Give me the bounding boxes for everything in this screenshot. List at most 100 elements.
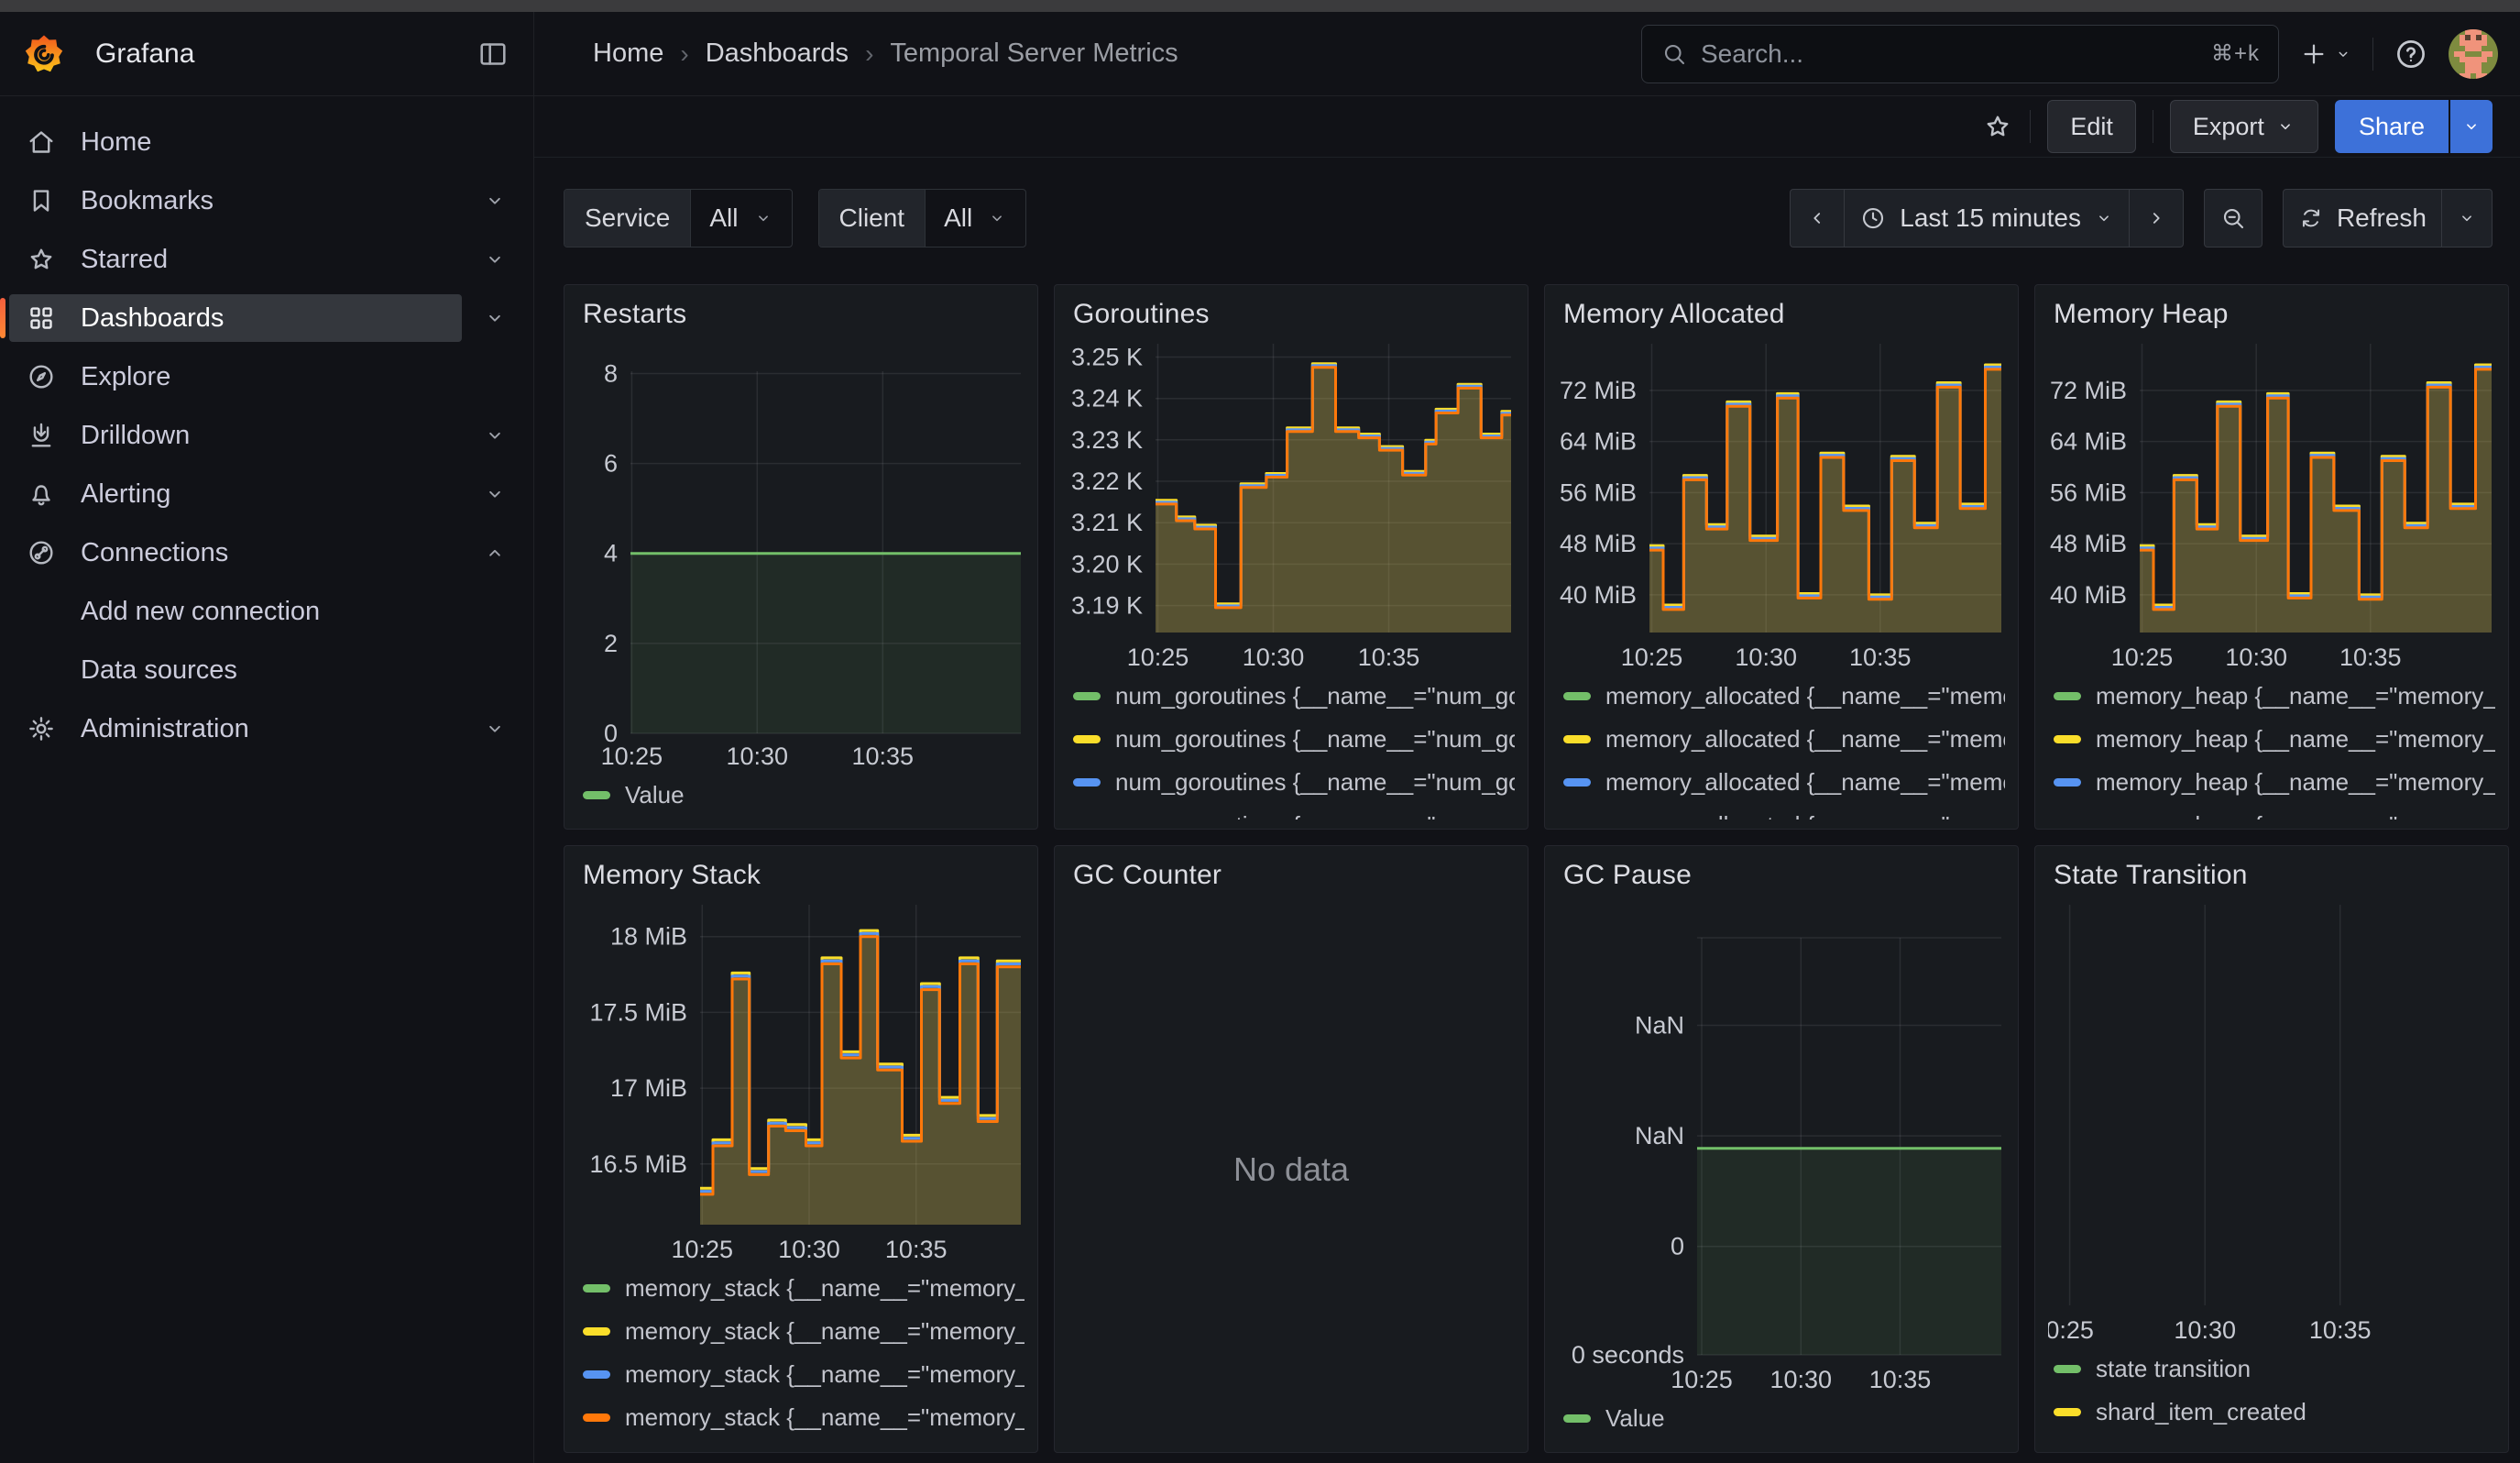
plus-icon [2299,39,2328,69]
header-divider [2372,38,2373,71]
legend-label[interactable]: Value [1605,1404,1665,1433]
help-button[interactable] [2394,37,2428,72]
chevron-down-icon [483,482,507,506]
export-button-label: Export [2193,113,2264,141]
legend-label[interactable]: shard_item_created [2096,1398,2306,1426]
time-forward-button[interactable] [2130,189,2184,248]
sidebar-item-dashboards[interactable]: Dashboards [9,294,462,342]
share-options-button[interactable] [2450,100,2493,153]
star-icon [26,244,57,275]
breadcrumb-item[interactable]: Dashboards [706,38,849,69]
svg-text:10:30: 10:30 [1770,1366,1833,1393]
sidebar-item-add-new-connection[interactable]: Add new connection [9,588,528,635]
legend-label[interactable]: num_goroutines {__name__="num_go [1115,682,1515,710]
legend-label[interactable]: memory_stack {__name__="memory_s [625,1274,1024,1303]
legend-label[interactable]: memory_stack {__name__="memory_s [625,1317,1024,1346]
sidebar-item-label: Connections [81,538,228,568]
sidebar-item-connections[interactable]: Connections [9,529,462,577]
legend: memory_stack {__name__="memory_s memory_s… [577,1267,1024,1443]
legend-label[interactable]: memory_heap {__name__="memory_h [2096,682,2495,710]
add-button[interactable] [2299,39,2352,69]
legend-item: memory_heap {__name__="memory_h [2054,804,2495,820]
browser-chrome-strip [0,0,2520,12]
sidebar-item-drilldown[interactable]: Drilldown [9,412,462,459]
panel-title[interactable]: Restarts [577,294,1024,335]
panel-title[interactable]: Goroutines [1068,294,1515,335]
legend-label[interactable]: memory_allocated {__name__="memo [1605,682,2005,710]
panel-memory-heap: Memory Heap72 MiB64 MiB56 MiB48 MiB40 Mi… [2034,284,2509,830]
legend-label[interactable]: memory_heap {__name__="memory_h [2096,768,2495,797]
sidebar-expand-starred[interactable] [462,236,528,283]
svg-text:17 MiB: 17 MiB [610,1074,687,1102]
filter-value-dropdown[interactable]: All [690,190,791,247]
svg-text:10:30: 10:30 [778,1236,840,1263]
chevron-left-icon [1805,206,1829,230]
sidebar-item-home[interactable]: Home [9,118,528,166]
sidebar-expand-dashboards[interactable] [462,294,528,342]
question-icon [2394,37,2428,72]
svg-text:10:30: 10:30 [1735,644,1797,671]
panel-title[interactable]: State Transition [2048,855,2495,896]
panel-title[interactable]: GC Counter [1068,855,1515,896]
sidebar-expand-connections[interactable] [462,529,528,577]
legend-label[interactable]: memory_allocated {__name__="memo [1605,725,2005,754]
legend-label[interactable]: num_goroutines {__name__="num_go [1115,811,1515,820]
svg-text:NaN: NaN [1635,1012,1684,1040]
refresh-interval-button[interactable] [2442,189,2493,248]
legend-label[interactable]: memory_stack {__name__="memory_s [625,1360,1024,1389]
time-range-button[interactable]: Last 15 minutes [1845,189,2130,248]
zoom-out-button[interactable] [2204,189,2263,248]
sidebar-item-starred[interactable]: Starred [9,236,462,283]
panel-title[interactable]: GC Pause [1558,855,2005,896]
legend-label[interactable]: num_goroutines {__name__="num_go [1115,725,1515,754]
share-button[interactable]: Share [2335,100,2449,153]
edit-button[interactable]: Edit [2047,100,2136,153]
breadcrumb-item: Temporal Server Metrics [890,38,1178,69]
svg-text:64 MiB: 64 MiB [1560,428,1637,456]
svg-text:10:25: 10:25 [672,1236,734,1263]
legend-label[interactable]: state transition [2096,1355,2251,1383]
sidebar-item-data-sources[interactable]: Data sources [9,646,528,694]
sidebar-item-explore[interactable]: Explore [9,353,528,401]
panel-title[interactable]: Memory Allocated [1558,294,2005,335]
sidebar-expand-drilldown[interactable] [462,412,528,459]
panel-gc-counter: GC CounterNo data [1054,845,1528,1453]
refresh-button[interactable]: Refresh [2283,189,2442,248]
legend-marker [1073,735,1101,743]
time-controls: Last 15 minutes Refresh [1790,189,2493,248]
avatar[interactable] [2449,29,2498,79]
legend-label[interactable]: Value [625,781,685,809]
chart-state-transition: 0:2510:3010:35 [2048,896,2497,1348]
chevron-down-icon [2275,116,2295,137]
brand-title: Grafana [95,38,477,70]
sidebar-item-administration[interactable]: Administration [9,705,462,753]
time-back-button[interactable] [1790,189,1845,248]
legend-label[interactable]: memory_heap {__name__="memory_h [2096,725,2495,754]
legend-label[interactable]: memory_allocated {__name__="memo [1605,768,2005,797]
legend-label[interactable]: num_goroutines {__name__="num_go [1115,768,1515,797]
legend-marker [2054,692,2081,700]
sidebar-expand-bookmarks[interactable] [462,177,528,225]
legend-label[interactable]: memory_allocated {__name__="memo [1605,811,2005,820]
grid-icon [26,302,57,334]
panel-title[interactable]: Memory Stack [577,855,1024,896]
search-input-wrapper[interactable]: ⌘+k [1641,25,2279,83]
svg-text:10:25: 10:25 [601,742,663,770]
favorite-star-button[interactable] [1982,111,2013,142]
sidebar-item-alerting[interactable]: Alerting [9,470,462,518]
legend-item: memory_stack {__name__="memory_s [583,1267,1024,1310]
panel-title[interactable]: Memory Heap [2048,294,2495,335]
legend-item: num_goroutines {__name__="num_go [1073,804,1515,820]
sidebar-expand-alerting[interactable] [462,470,528,518]
search-input[interactable] [1701,39,2198,69]
sidebar-item-bookmarks[interactable]: Bookmarks [9,177,462,225]
legend-label[interactable]: memory_heap {__name__="memory_h [2096,811,2495,820]
mega-menu-toggle-button[interactable] [477,38,509,71]
breadcrumb-item[interactable]: Home [593,38,663,69]
dashboard-controls-row: ServiceAllClientAll Last 15 minutes [534,158,2520,284]
filter-value-dropdown[interactable]: All [925,190,1025,247]
legend-label[interactable]: memory_stack {__name__="memory_s [625,1403,1024,1432]
export-button[interactable]: Export [2170,100,2318,153]
sidebar-expand-administration[interactable] [462,705,528,753]
svg-text:10:35: 10:35 [1849,644,1912,671]
